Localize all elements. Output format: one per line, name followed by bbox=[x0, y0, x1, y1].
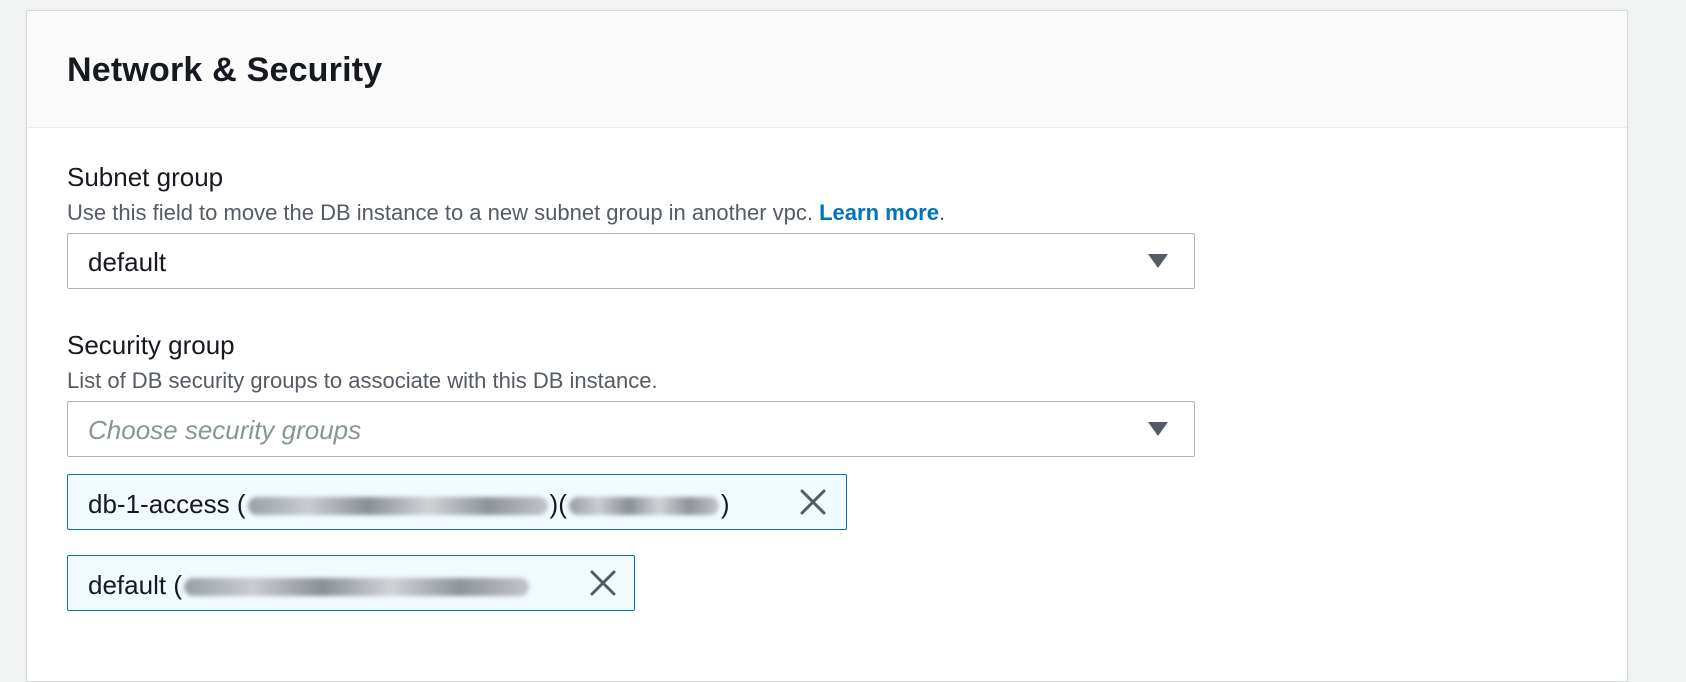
security-group-placeholder: Choose security groups bbox=[88, 415, 362, 445]
subnet-group-description-text: Use this field to move the DB instance t… bbox=[67, 200, 813, 225]
subnet-group-selected-value: default bbox=[88, 247, 167, 277]
security-group-label: Security group bbox=[67, 330, 235, 360]
subnet-group-description: Use this field to move the DB instance t… bbox=[67, 200, 945, 226]
learn-more-link[interactable]: Learn more bbox=[819, 200, 939, 225]
subnet-group-select[interactable]: default bbox=[67, 233, 1195, 289]
caret-down-icon bbox=[1148, 254, 1168, 268]
security-group-token: db-1-access ( )() bbox=[67, 474, 847, 530]
token-mid-paren: )( bbox=[549, 489, 567, 519]
close-icon[interactable] bbox=[588, 568, 618, 598]
security-group-token-name: default bbox=[88, 570, 167, 600]
token-close-paren: ) bbox=[720, 489, 730, 519]
security-group-select[interactable]: Choose security groups bbox=[67, 401, 1195, 457]
redacted-id bbox=[247, 497, 548, 516]
subnet-group-label: Subnet group bbox=[67, 162, 224, 192]
panel-title: Network & Security bbox=[67, 51, 383, 89]
caret-down-icon bbox=[1148, 422, 1168, 436]
token-open-paren: ( bbox=[173, 570, 182, 600]
security-group-description: List of DB security groups to associate … bbox=[67, 368, 658, 393]
panel-header: Network & Security bbox=[27, 11, 1627, 128]
security-group-token-label: default ( bbox=[88, 570, 531, 601]
security-group-token-name: db-1-access bbox=[88, 489, 230, 519]
security-group-token: default ( bbox=[67, 555, 635, 611]
subnet-group-description-end: . bbox=[938, 200, 946, 225]
redacted-id bbox=[183, 578, 529, 597]
token-open-paren: ( bbox=[236, 489, 246, 519]
redacted-vpc-id bbox=[568, 497, 719, 516]
network-security-panel: Network & Security Subnet group Use this… bbox=[26, 10, 1628, 682]
close-icon[interactable] bbox=[798, 487, 828, 517]
security-group-token-label: db-1-access ( )() bbox=[88, 489, 730, 520]
